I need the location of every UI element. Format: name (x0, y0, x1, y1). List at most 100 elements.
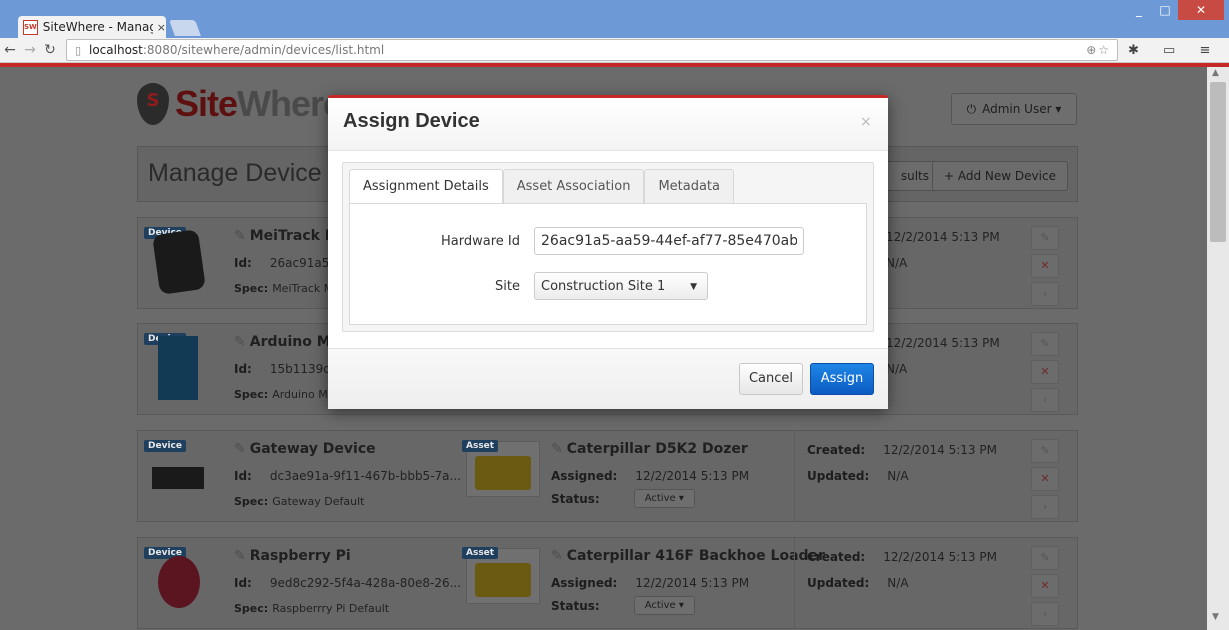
scroll-up-arrow-icon[interactable]: ▲ (1212, 68, 1219, 78)
status-dropdown[interactable]: Active ▾ (633, 596, 695, 615)
power-icon: ⏻ (966, 101, 977, 116)
modal-footer: Cancel Assign (328, 348, 888, 409)
logo-text: SiteWhere (175, 83, 343, 124)
modal-title: Assign Device (343, 110, 480, 132)
assign-button[interactable]: Assign (810, 363, 874, 395)
chevron-down-icon: ▼ (690, 282, 697, 292)
add-new-device-button[interactable]: + Add New Device (932, 161, 1068, 191)
logo-pin-icon: S (137, 83, 169, 125)
zoom-bookmark-icons[interactable]: ⊕☆ (1086, 43, 1111, 57)
device-spec: Spec: MeiTrack M (234, 282, 334, 295)
edit-icon[interactable]: ✎ (551, 548, 563, 564)
tab-content: Hardware Id Site Construction Site 1 ▼ (349, 203, 867, 325)
delete-button[interactable]: ✕ (1031, 574, 1059, 598)
device-row: Device ✎ Raspberry Pi Id: 9ed8c292-5f4a-42… (137, 537, 1078, 629)
modal-header: Assign Device × (328, 98, 888, 151)
address-bar[interactable]: ▯ localhost:8080/sitewhere/admin/devices… (66, 39, 1118, 61)
forward-arrow-icon[interactable]: → (20, 42, 40, 58)
browser-titlebar: SW SiteWhere - Manage × _ □ ✕ (0, 0, 1229, 38)
asset-name[interactable]: ✎ Caterpillar D5K2 Dozer (551, 441, 748, 457)
site-select-value: Construction Site 1 (541, 279, 666, 294)
device-name[interactable]: ✎ Raspberry Pi (234, 548, 351, 564)
delete-button[interactable]: ✕ (1031, 360, 1059, 384)
back-arrow-icon[interactable]: ← (0, 42, 20, 58)
device-meta: Created: 12/2/2014 5:13 PM Updated: N/A (794, 431, 1025, 521)
raspberry-pi-image (158, 556, 200, 608)
asset-name[interactable]: ✎ Caterpillar 416F Backhoe Loader (551, 548, 825, 564)
updated-value: N/A (886, 362, 908, 376)
hardware-id-label: Hardware Id (441, 234, 520, 249)
cancel-button[interactable]: Cancel (739, 363, 803, 395)
edit-button[interactable]: ✎ (1031, 439, 1059, 463)
edit-button[interactable]: ✎ (1031, 546, 1059, 570)
device-spec: Spec: Raspberrry Pi Default (234, 602, 390, 615)
created-value: 12/2/2014 5:13 PM (886, 230, 1000, 244)
view-button[interactable]: › (1031, 388, 1059, 412)
edit-icon[interactable]: ✎ (551, 441, 563, 457)
updated-field: Updated: N/A (807, 576, 909, 590)
updated-value: N/A (886, 256, 908, 270)
scrollbar-thumb[interactable] (1210, 82, 1226, 242)
row-actions: ✎ ✕ › (1031, 546, 1059, 630)
edit-button[interactable]: ✎ (1031, 226, 1059, 250)
edit-icon[interactable]: ✎ (234, 548, 246, 564)
asset-assigned: Assigned: 12/2/2014 5:13 PM (551, 576, 750, 590)
meitrack-device-image (152, 229, 206, 295)
device-name[interactable]: ✎ Gateway Device (234, 441, 376, 457)
tab-panel: Assignment Details Asset Association Met… (342, 162, 874, 332)
backhoe-asset-image (475, 563, 531, 597)
dozer-asset-image (475, 456, 531, 490)
tab-title: SiteWhere - Manage (42, 20, 153, 34)
edit-icon[interactable]: ✎ (234, 228, 246, 244)
modal-tabs: Assignment Details Asset Association Met… (349, 169, 734, 204)
device-name[interactable]: ✎ Arduino Me (234, 334, 340, 350)
page-icon: ▯ (74, 43, 82, 57)
edit-icon[interactable]: ✎ (234, 441, 246, 457)
maximize-button[interactable]: □ (1152, 0, 1178, 20)
delete-button[interactable]: ✕ (1031, 254, 1059, 278)
device-name[interactable]: ✎ MeiTrack M (234, 228, 339, 244)
admin-user-label: Admin User ▾ (982, 102, 1062, 116)
device-id: Id: 9ed8c292-5f4a-428a-80e8-26... (234, 576, 462, 590)
tab-close-icon[interactable]: × (157, 21, 166, 34)
url-path: :8080/sitewhere/admin/devices/list.html (142, 43, 385, 57)
view-button[interactable]: › (1031, 602, 1059, 626)
new-tab-button[interactable] (169, 20, 201, 36)
modal-close-icon[interactable]: × (860, 114, 872, 130)
minimize-button[interactable]: _ (1126, 0, 1152, 20)
assign-device-modal: Assign Device × Assignment Details Asset… (328, 95, 888, 409)
created-value: 12/2/2014 5:13 PM (886, 336, 1000, 350)
close-window-button[interactable]: ✕ (1178, 0, 1224, 20)
device-meta: Created: 12/2/2014 5:13 PM Updated: N/A (794, 538, 1025, 628)
reload-icon[interactable]: ↻ (40, 42, 60, 58)
site-select[interactable]: Construction Site 1 ▼ (534, 272, 708, 300)
sitewhere-logo: S SiteWhere (137, 80, 343, 128)
admin-user-menu[interactable]: ⏻ Admin User ▾ (951, 93, 1077, 125)
browser-tab[interactable]: SW SiteWhere - Manage × (18, 16, 166, 38)
extension-menu-icons[interactable]: ✱ ▭ ≡ (1128, 43, 1220, 58)
tab-assignment-details[interactable]: Assignment Details (349, 169, 503, 204)
device-id: Id: dc3ae91a-9f11-467b-bbb5-7a... (234, 469, 461, 483)
edit-button[interactable]: ✎ (1031, 332, 1059, 356)
tab-asset-association[interactable]: Asset Association (502, 169, 645, 204)
page-title: Manage Device (148, 159, 322, 187)
edit-icon[interactable]: ✎ (234, 334, 246, 350)
view-button[interactable]: › (1031, 282, 1059, 306)
scroll-down-arrow-icon[interactable]: ▼ (1212, 612, 1219, 622)
updated-field: Updated: N/A (807, 469, 909, 483)
device-spec: Spec: Arduino Me (234, 388, 335, 401)
arduino-device-image (158, 336, 198, 400)
hardware-id-input[interactable] (534, 227, 804, 255)
device-id: Id: 15b1139c- (234, 362, 335, 376)
row-actions: ✎ ✕ › (1031, 226, 1059, 310)
view-button[interactable]: › (1031, 495, 1059, 519)
sitewhere-favicon-icon: SW (23, 19, 38, 35)
status-dropdown[interactable]: Active ▾ (633, 489, 695, 508)
tab-metadata[interactable]: Metadata (644, 169, 734, 204)
browser-toolbar: ← → ↻ ▯ localhost:8080/sitewhere/admin/d… (0, 38, 1229, 63)
delete-button[interactable]: ✕ (1031, 467, 1059, 491)
gateway-device-image (152, 467, 204, 489)
filter-results-button[interactable]: sults (882, 161, 938, 191)
site-label: Site (495, 279, 520, 294)
url-host: localhost (89, 43, 143, 57)
